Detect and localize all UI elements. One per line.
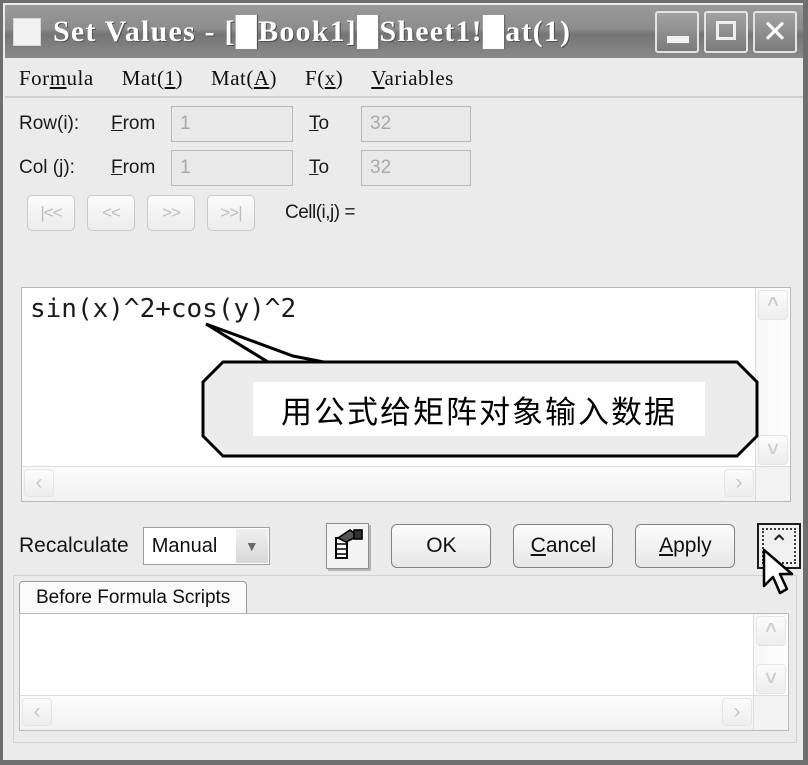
recalculate-value: Manual — [151, 534, 218, 557]
window-controls: ✕ — [655, 10, 799, 53]
scripts-tabstrip: Before Formula Scripts — [19, 581, 789, 613]
chevron-left-icon[interactable]: ‹ — [22, 698, 52, 726]
col-to-label: To — [293, 157, 361, 179]
next-cell-button[interactable]: >> — [147, 195, 195, 231]
scripts-horizontal-scrollbar[interactable]: ‹ › — [20, 695, 754, 730]
scripts-vertical-scrollbar[interactable]: ^ ˅ — [753, 614, 788, 696]
minimize-icon — [667, 35, 689, 43]
row-from-accel: F — [111, 113, 123, 134]
menu-item-formula[interactable]: Formula — [19, 66, 94, 91]
menu-mata-pre: Mat( — [211, 65, 254, 90]
cell-value-label: Cell(i,j) = — [285, 202, 355, 223]
window-title: Set Values - [█Book1]█Sheet1!█at(1) — [53, 14, 572, 48]
menu-mata-accel: A — [253, 65, 270, 90]
row-from-text: rom — [122, 113, 156, 134]
col-index-label: Col (j): — [19, 157, 75, 178]
col-from-text: rom — [122, 157, 156, 178]
menu-mat1-accel: 1 — [164, 65, 176, 90]
formula-editor[interactable]: sin(x)^2+cos(y)^2 ^ ˅ ‹ › — [21, 287, 791, 502]
menu-mat1-pre: Mat( — [121, 65, 165, 90]
ok-button[interactable]: OK — [391, 524, 492, 568]
fill-tool-button[interactable] — [325, 523, 370, 569]
titlebar: Set Values - [█Book1]█Sheet1!█at(1) ✕ — [5, 5, 803, 58]
set-values-dialog: Set Values - [█Book1]█Sheet1!█at(1) ✕ Fo… — [0, 0, 808, 765]
apply-text: pply — [673, 534, 712, 557]
menu-item-mat-1[interactable]: Mat(1) — [122, 66, 183, 91]
fill-tool-icon — [334, 529, 363, 559]
menu-variables-accel: V — [371, 65, 385, 90]
chevron-up-icon[interactable]: ^ — [758, 290, 788, 320]
recalculate-select[interactable]: Manual ▼ — [142, 527, 270, 565]
close-icon: ✕ — [762, 13, 788, 49]
chevron-up-icon[interactable]: ^ — [756, 616, 786, 646]
apply-accel: A — [659, 534, 674, 557]
chevron-down-icon[interactable]: ▼ — [235, 529, 268, 563]
row-to-text: o — [318, 113, 330, 134]
cancel-accel: C — [530, 534, 546, 557]
minimize-button[interactable] — [655, 10, 699, 53]
menu-item-variables[interactable]: Variables — [371, 66, 454, 91]
maximize-icon — [716, 20, 736, 40]
scripts-editor[interactable]: ^ ˅ ‹ › — [19, 613, 789, 731]
prev-cell-button[interactable]: << — [87, 195, 135, 231]
formula-text[interactable]: sin(x)^2+cos(y)^2 — [30, 294, 296, 324]
col-to-input[interactable]: 32 — [361, 150, 471, 186]
chevron-right-icon[interactable]: › — [722, 698, 752, 726]
mouse-cursor — [762, 548, 794, 595]
menu-formula-accel: m — [49, 65, 67, 90]
menu-formula-post: ula — [66, 65, 94, 90]
row-to-input[interactable]: 32 — [361, 106, 471, 142]
menu-item-mat-a[interactable]: Mat(A) — [211, 66, 277, 91]
chevron-down-icon[interactable]: ˅ — [756, 664, 786, 694]
cancel-button[interactable]: Cancel — [513, 524, 614, 568]
row-to-accel: T — [309, 113, 319, 134]
col-from-input[interactable]: 1 — [171, 150, 293, 186]
row-range-line: Row(i): From 1 To 32 — [5, 102, 803, 146]
recalculate-label: Recalculate — [19, 534, 129, 557]
app-icon — [13, 17, 41, 46]
col-from-accel: F — [111, 157, 123, 178]
menu-fx-accel: x — [324, 65, 336, 90]
menu-item-fx[interactable]: F(x) — [305, 66, 343, 91]
menu-fx-pre: F( — [305, 65, 325, 90]
tab-before-formula-scripts[interactable]: Before Formula Scripts — [19, 581, 248, 613]
last-cell-button[interactable]: >>| — [207, 195, 255, 231]
close-button[interactable]: ✕ — [753, 10, 797, 53]
formula-horizontal-scrollbar[interactable]: ‹ › — [22, 466, 756, 501]
chevron-right-icon[interactable]: › — [724, 469, 754, 497]
row-index-label: Row(i): — [19, 113, 80, 134]
menubar: Formula Mat(1) Mat(A) F(x) Variables — [5, 60, 803, 98]
action-bar: Recalculate Manual ▼ OK Cancel Apply ⌃ — [3, 515, 802, 577]
first-cell-button[interactable]: |<< — [27, 195, 75, 231]
col-to-accel: T — [309, 157, 319, 178]
row-from-input[interactable]: 1 — [171, 106, 293, 142]
row-to-label: To — [293, 113, 361, 135]
scrollbar-corner — [753, 695, 788, 730]
menu-fx-post: ) — [335, 65, 344, 90]
menu-mat1-post: ) — [175, 65, 184, 90]
row-from-label: From — [111, 113, 171, 135]
apply-button[interactable]: Apply — [635, 524, 736, 568]
formula-vertical-scrollbar[interactable]: ^ ˅ — [755, 288, 790, 467]
col-range-line: Col (j): From 1 To 32 — [5, 146, 803, 190]
cell-navigation: |<< << >> >>| Cell(i,j) = — [5, 190, 803, 236]
scrollbar-corner — [755, 466, 790, 501]
col-from-label: From — [111, 157, 171, 179]
menu-formula-pre: For — [19, 65, 50, 90]
cancel-text: ancel — [545, 534, 597, 557]
chevron-down-icon[interactable]: ˅ — [758, 435, 788, 465]
maximize-button[interactable] — [704, 10, 748, 53]
col-to-text: o — [318, 157, 330, 178]
range-section: Row(i): From 1 To 32 Col (j): From 1 To … — [5, 102, 803, 236]
menu-variables-post: ariables — [384, 65, 454, 90]
chevron-left-icon[interactable]: ‹ — [24, 469, 54, 497]
menu-mata-post: ) — [269, 65, 278, 90]
